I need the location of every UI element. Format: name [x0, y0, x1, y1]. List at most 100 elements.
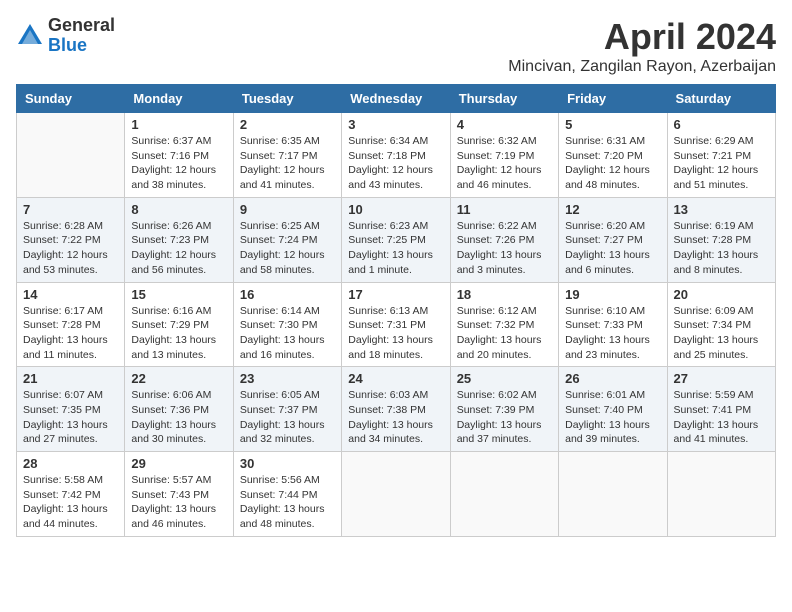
- logo-general: General: [48, 15, 115, 35]
- logo-blue: Blue: [48, 35, 87, 55]
- day-info: Sunrise: 6:25 AMSunset: 7:24 PMDaylight:…: [240, 219, 335, 278]
- day-number: 9: [240, 202, 335, 217]
- day-number: 20: [674, 287, 769, 302]
- day-info: Sunrise: 6:34 AMSunset: 7:18 PMDaylight:…: [348, 134, 443, 193]
- calendar-cell: [667, 452, 775, 537]
- weekday-header-friday: Friday: [559, 85, 667, 113]
- calendar-cell: 20 Sunrise: 6:09 AMSunset: 7:34 PMDayligh…: [667, 282, 775, 367]
- day-info: Sunrise: 6:12 AMSunset: 7:32 PMDaylight:…: [457, 304, 552, 363]
- day-info: Sunrise: 6:02 AMSunset: 7:39 PMDaylight:…: [457, 388, 552, 447]
- day-info: Sunrise: 6:26 AMSunset: 7:23 PMDaylight:…: [131, 219, 226, 278]
- day-info: Sunrise: 6:10 AMSunset: 7:33 PMDaylight:…: [565, 304, 660, 363]
- calendar-cell: 15 Sunrise: 6:16 AMSunset: 7:29 PMDayligh…: [125, 282, 233, 367]
- calendar-cell: 26 Sunrise: 6:01 AMSunset: 7:40 PMDayligh…: [559, 367, 667, 452]
- calendar-cell: 24Sunrise: 6:03 AMSunset: 7:38 PMDayligh…: [342, 367, 450, 452]
- calendar-table: SundayMondayTuesdayWednesdayThursdayFrid…: [16, 84, 776, 537]
- header: General Blue April 2024 Mincivan, Zangil…: [16, 16, 776, 76]
- calendar-cell: 8 Sunrise: 6:26 AMSunset: 7:23 PMDaylight…: [125, 197, 233, 282]
- subtitle: Mincivan, Zangilan Rayon, Azerbaijan: [508, 58, 776, 76]
- week-row-3: 14 Sunrise: 6:17 AMSunset: 7:28 PMDayligh…: [17, 282, 776, 367]
- page-container: General Blue April 2024 Mincivan, Zangil…: [16, 16, 776, 537]
- calendar-cell: 3 Sunrise: 6:34 AMSunset: 7:18 PMDaylight…: [342, 113, 450, 198]
- day-number: 30: [240, 456, 335, 471]
- calendar-cell: 28 Sunrise: 5:58 AMSunset: 7:42 PMDayligh…: [17, 452, 125, 537]
- day-info: Sunrise: 6:17 AMSunset: 7:28 PMDaylight:…: [23, 304, 118, 363]
- day-number: 13: [674, 202, 769, 217]
- day-info: Sunrise: 6:05 AMSunset: 7:37 PMDaylight:…: [240, 388, 335, 447]
- weekday-header-saturday: Saturday: [667, 85, 775, 113]
- day-info: Sunrise: 6:22 AMSunset: 7:26 PMDaylight:…: [457, 219, 552, 278]
- calendar-cell: 29Sunrise: 5:57 AMSunset: 7:43 PMDayligh…: [125, 452, 233, 537]
- weekday-header-row: SundayMondayTuesdayWednesdayThursdayFrid…: [17, 85, 776, 113]
- calendar-cell: 19 Sunrise: 6:10 AMSunset: 7:33 PMDayligh…: [559, 282, 667, 367]
- calendar-cell: 2 Sunrise: 6:35 AMSunset: 7:17 PMDaylight…: [233, 113, 341, 198]
- day-number: 14: [23, 287, 118, 302]
- day-number: 12: [565, 202, 660, 217]
- calendar-cell: 27 Sunrise: 5:59 AMSunset: 7:41 PMDayligh…: [667, 367, 775, 452]
- day-number: 16: [240, 287, 335, 302]
- day-number: 23: [240, 371, 335, 386]
- calendar-cell: 10 Sunrise: 6:23 AMSunset: 7:25 PMDayligh…: [342, 197, 450, 282]
- calendar-cell: 30 Sunrise: 5:56 AMSunset: 7:44 PMDayligh…: [233, 452, 341, 537]
- day-info: Sunrise: 6:19 AMSunset: 7:28 PMDaylight:…: [674, 219, 769, 278]
- calendar-cell: [17, 113, 125, 198]
- calendar-cell: 25 Sunrise: 6:02 AMSunset: 7:39 PMDayligh…: [450, 367, 558, 452]
- weekday-header-sunday: Sunday: [17, 85, 125, 113]
- calendar-cell: 12 Sunrise: 6:20 AMSunset: 7:27 PMDayligh…: [559, 197, 667, 282]
- day-number: 27: [674, 371, 769, 386]
- day-number: 7: [23, 202, 118, 217]
- week-row-1: 1Sunrise: 6:37 AMSunset: 7:16 PMDaylight…: [17, 113, 776, 198]
- day-info: Sunrise: 6:09 AMSunset: 7:34 PMDaylight:…: [674, 304, 769, 363]
- month-title: April 2024: [508, 16, 776, 58]
- day-info: Sunrise: 6:28 AMSunset: 7:22 PMDaylight:…: [23, 219, 118, 278]
- title-area: April 2024 Mincivan, Zangilan Rayon, Aze…: [508, 16, 776, 76]
- day-number: 4: [457, 117, 552, 132]
- calendar-cell: 4 Sunrise: 6:32 AMSunset: 7:19 PMDaylight…: [450, 113, 558, 198]
- calendar-cell: 11 Sunrise: 6:22 AMSunset: 7:26 PMDayligh…: [450, 197, 558, 282]
- day-info: Sunrise: 5:57 AMSunset: 7:43 PMDaylight:…: [131, 473, 226, 532]
- week-row-4: 21 Sunrise: 6:07 AMSunset: 7:35 PMDayligh…: [17, 367, 776, 452]
- day-number: 15: [131, 287, 226, 302]
- day-info: Sunrise: 6:32 AMSunset: 7:19 PMDaylight:…: [457, 134, 552, 193]
- calendar-cell: 5Sunrise: 6:31 AMSunset: 7:20 PMDaylight…: [559, 113, 667, 198]
- calendar-cell: 22Sunrise: 6:06 AMSunset: 7:36 PMDayligh…: [125, 367, 233, 452]
- calendar-cell: [342, 452, 450, 537]
- day-info: Sunrise: 6:29 AMSunset: 7:21 PMDaylight:…: [674, 134, 769, 193]
- day-number: 18: [457, 287, 552, 302]
- weekday-header-thursday: Thursday: [450, 85, 558, 113]
- day-number: 2: [240, 117, 335, 132]
- calendar-cell: 9 Sunrise: 6:25 AMSunset: 7:24 PMDaylight…: [233, 197, 341, 282]
- calendar-cell: 14 Sunrise: 6:17 AMSunset: 7:28 PMDayligh…: [17, 282, 125, 367]
- day-info: Sunrise: 5:58 AMSunset: 7:42 PMDaylight:…: [23, 473, 118, 532]
- day-number: 10: [348, 202, 443, 217]
- day-info: Sunrise: 6:20 AMSunset: 7:27 PMDaylight:…: [565, 219, 660, 278]
- calendar-cell: 18 Sunrise: 6:12 AMSunset: 7:32 PMDayligh…: [450, 282, 558, 367]
- day-number: 28: [23, 456, 118, 471]
- day-info: Sunrise: 6:37 AMSunset: 7:16 PMDaylight:…: [131, 134, 226, 193]
- day-number: 6: [674, 117, 769, 132]
- weekday-header-wednesday: Wednesday: [342, 85, 450, 113]
- day-info: Sunrise: 6:35 AMSunset: 7:17 PMDaylight:…: [240, 134, 335, 193]
- day-number: 26: [565, 371, 660, 386]
- day-number: 25: [457, 371, 552, 386]
- calendar-cell: 17Sunrise: 6:13 AMSunset: 7:31 PMDayligh…: [342, 282, 450, 367]
- day-info: Sunrise: 5:56 AMSunset: 7:44 PMDaylight:…: [240, 473, 335, 532]
- week-row-5: 28 Sunrise: 5:58 AMSunset: 7:42 PMDayligh…: [17, 452, 776, 537]
- day-info: Sunrise: 6:23 AMSunset: 7:25 PMDaylight:…: [348, 219, 443, 278]
- day-info: Sunrise: 6:01 AMSunset: 7:40 PMDaylight:…: [565, 388, 660, 447]
- day-info: Sunrise: 5:59 AMSunset: 7:41 PMDaylight:…: [674, 388, 769, 447]
- day-number: 19: [565, 287, 660, 302]
- day-info: Sunrise: 6:16 AMSunset: 7:29 PMDaylight:…: [131, 304, 226, 363]
- day-number: 8: [131, 202, 226, 217]
- day-info: Sunrise: 6:07 AMSunset: 7:35 PMDaylight:…: [23, 388, 118, 447]
- day-number: 3: [348, 117, 443, 132]
- day-number: 21: [23, 371, 118, 386]
- calendar-cell: [450, 452, 558, 537]
- day-number: 5: [565, 117, 660, 132]
- calendar-cell: 23 Sunrise: 6:05 AMSunset: 7:37 PMDayligh…: [233, 367, 341, 452]
- weekday-header-tuesday: Tuesday: [233, 85, 341, 113]
- day-number: 11: [457, 202, 552, 217]
- weekday-header-monday: Monday: [125, 85, 233, 113]
- week-row-2: 7 Sunrise: 6:28 AMSunset: 7:22 PMDaylight…: [17, 197, 776, 282]
- logo: General Blue: [16, 16, 115, 56]
